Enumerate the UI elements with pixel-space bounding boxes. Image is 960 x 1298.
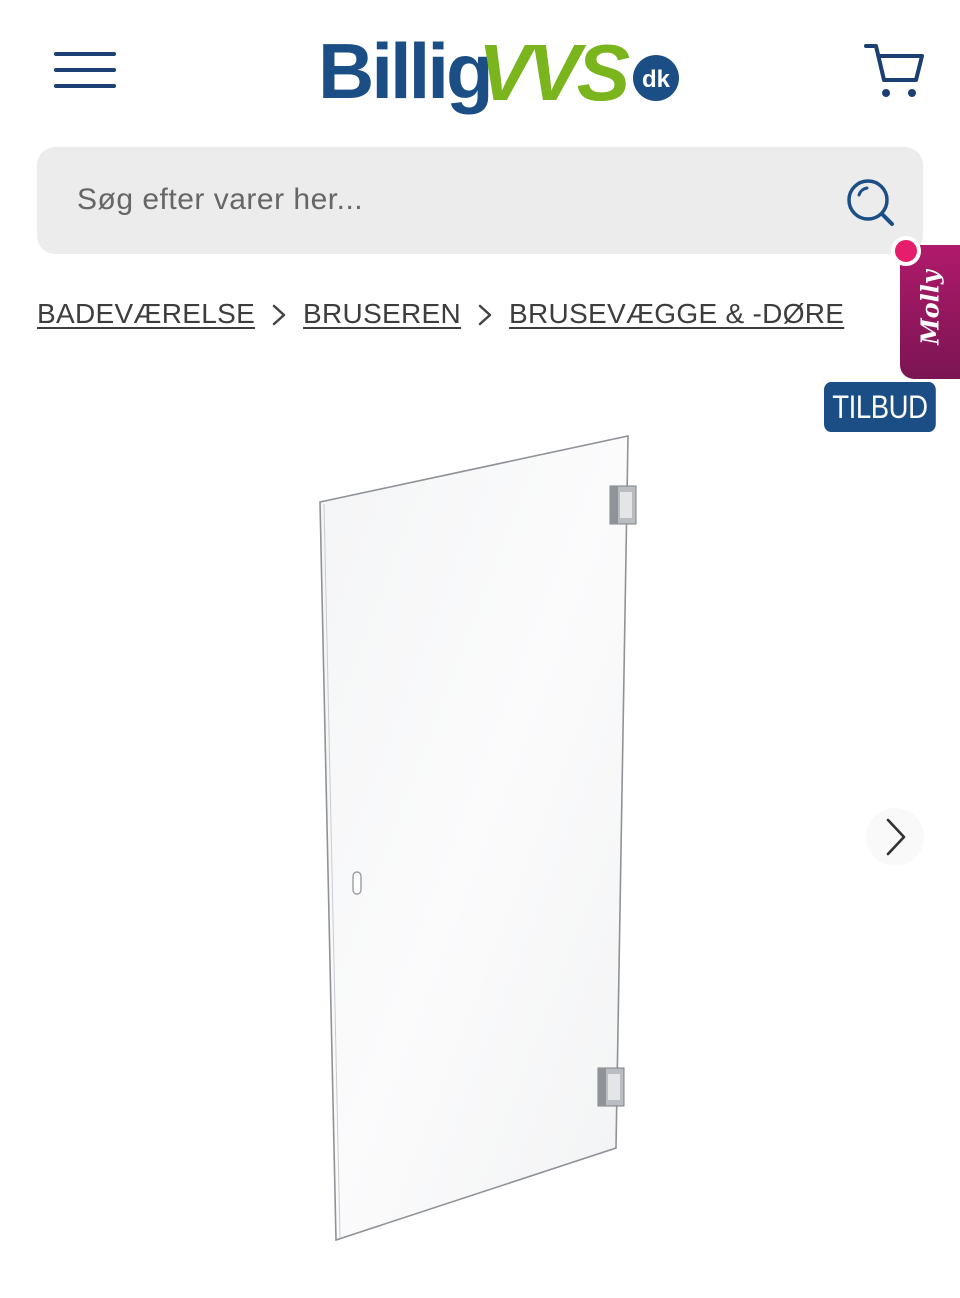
product-image[interactable] bbox=[260, 420, 700, 1260]
logo-text-main: Billig bbox=[318, 28, 491, 115]
shopping-cart-icon[interactable] bbox=[862, 40, 926, 102]
hinge-top bbox=[609, 485, 637, 525]
hinge-bottom bbox=[597, 1067, 625, 1107]
site-logo[interactable]: Billig VVS dk bbox=[318, 28, 688, 120]
glass-door-panel bbox=[319, 435, 629, 1242]
breadcrumb-item-bruseren[interactable]: BRUSEREN bbox=[303, 298, 461, 330]
chevron-right-icon bbox=[255, 299, 303, 329]
breadcrumb-item-brusevaegge-doere[interactable]: BRUSEVÆGGE & -DØRE bbox=[509, 298, 844, 330]
logo-badge-text: dk bbox=[642, 66, 671, 93]
notification-dot bbox=[891, 236, 921, 266]
chevron-right-icon[interactable] bbox=[866, 808, 924, 866]
site-header: Billig VVS dk bbox=[0, 0, 960, 140]
chevron-right-icon bbox=[461, 299, 509, 329]
offer-badge: TILBUD bbox=[824, 382, 936, 432]
logo-text-accent: VVS bbox=[478, 28, 630, 117]
hamburger-menu-icon[interactable] bbox=[54, 52, 118, 92]
breadcrumb-item-badevaerelse[interactable]: BADEVÆRELSE bbox=[37, 298, 255, 330]
search-input[interactable] bbox=[77, 175, 837, 225]
chat-widget-label: Molly bbox=[915, 270, 945, 345]
breadcrumb: BADEVÆRELSE BRUSEREN BRUSEVÆGGE & -DØRE bbox=[37, 292, 844, 336]
search-bar bbox=[37, 147, 923, 254]
door-knob bbox=[352, 871, 362, 895]
search-icon[interactable] bbox=[841, 173, 901, 233]
